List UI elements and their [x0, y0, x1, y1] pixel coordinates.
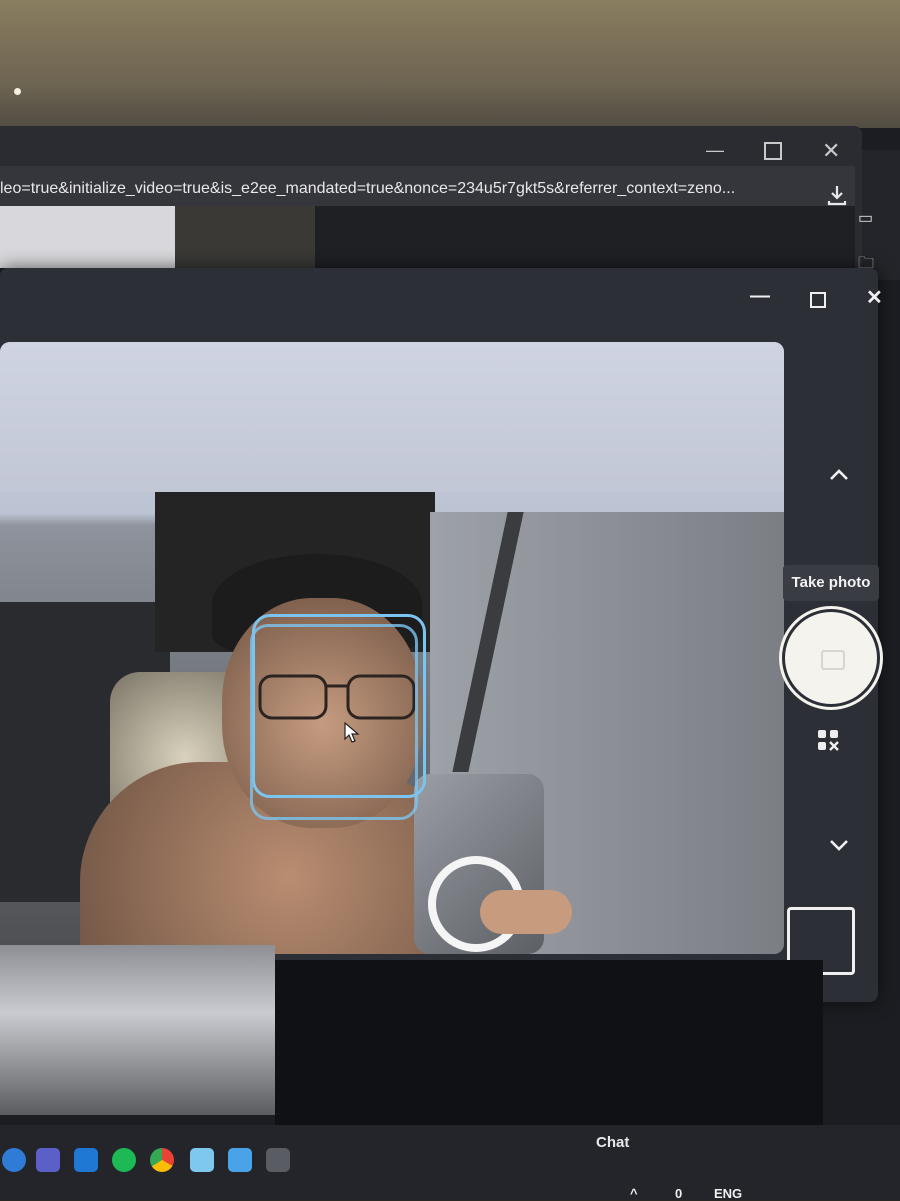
preview-ceiling — [0, 342, 784, 492]
download-icon[interactable] — [826, 184, 848, 206]
files-icon[interactable] — [190, 1148, 214, 1172]
wall-light-dot — [14, 88, 21, 95]
chrome-icon[interactable] — [150, 1148, 174, 1172]
tablet-icon[interactable]: ▭ — [858, 208, 882, 228]
chevron-down-icon[interactable] — [826, 832, 852, 858]
preview-hand — [480, 890, 572, 934]
shutter-button[interactable] — [785, 612, 877, 704]
camera-maximize-icon[interactable] — [810, 292, 826, 308]
camera-close-icon[interactable]: ✕ — [866, 285, 883, 310]
lower-window-dark — [275, 960, 823, 1150]
camera-icon[interactable] — [266, 1148, 290, 1172]
start-icon[interactable] — [2, 1148, 26, 1172]
store-icon[interactable] — [228, 1148, 252, 1172]
close-icon[interactable]: ✕ — [822, 138, 840, 164]
chevron-up-icon[interactable] — [826, 462, 852, 488]
take-photo-tooltip: Take photo — [783, 565, 879, 601]
tray-chevron-up-icon[interactable]: ^ — [630, 1186, 638, 1201]
camera-glyph-icon — [821, 650, 845, 670]
maximize-icon[interactable] — [764, 142, 782, 160]
chat-label[interactable]: Chat — [596, 1134, 629, 1151]
qr-mode-icon[interactable] — [816, 728, 840, 752]
outlook-icon[interactable] — [74, 1148, 98, 1172]
lower-window-image — [0, 945, 275, 1115]
background-wall — [0, 0, 900, 140]
camera-minimize-icon[interactable]: — — [750, 285, 770, 308]
url-text[interactable]: leo=true&initialize_video=true&is_e2ee_m… — [0, 180, 800, 198]
browser-content-image — [175, 206, 315, 268]
mouse-cursor-icon — [344, 722, 360, 743]
minimize-icon[interactable]: — — [706, 140, 724, 161]
face-detection-box-secondary — [250, 624, 418, 820]
language-indicator[interactable]: ENG — [714, 1186, 742, 1201]
spotify-icon[interactable] — [112, 1148, 136, 1172]
browser-content-light — [0, 206, 175, 268]
tray-count: 0 — [675, 1186, 683, 1201]
teams-icon[interactable] — [36, 1148, 60, 1172]
